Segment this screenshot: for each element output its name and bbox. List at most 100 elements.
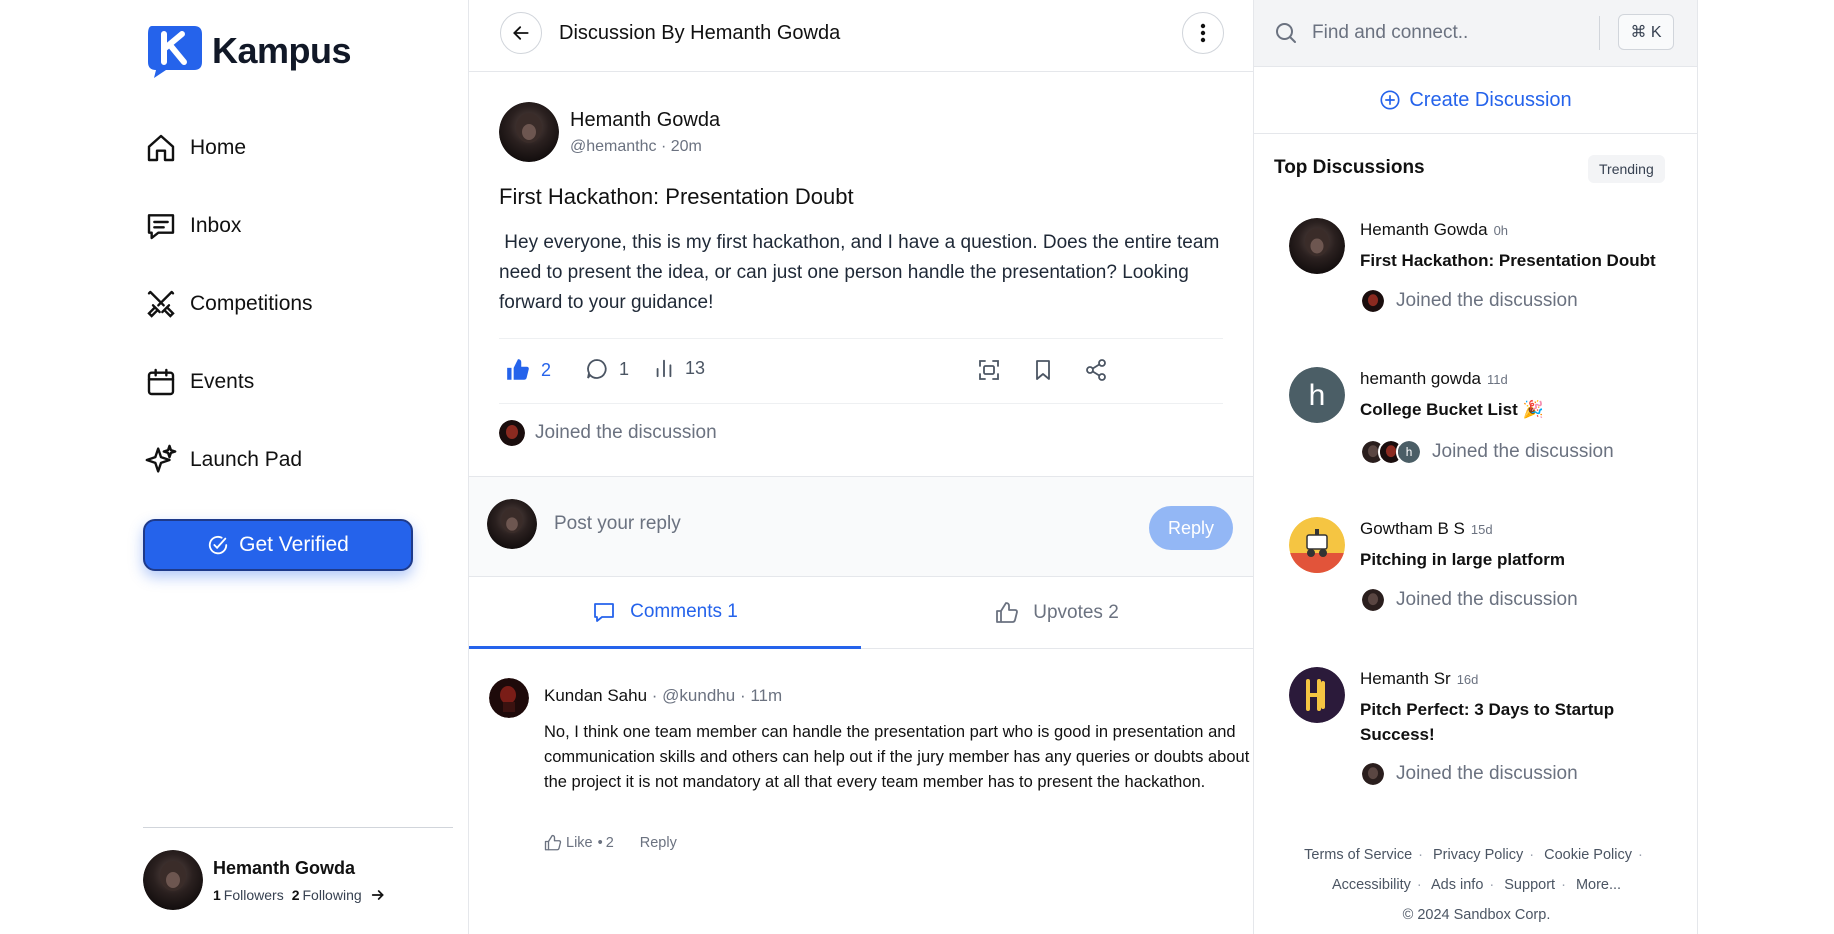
avatar-letter: h <box>1406 445 1413 459</box>
reply-input[interactable]: Post your reply <box>554 513 681 535</box>
divider <box>143 827 453 828</box>
avatar <box>499 102 559 162</box>
discussion-author: Gowtham B S <box>1360 519 1465 538</box>
nav-item-inbox[interactable]: Inbox <box>144 206 241 246</box>
avatar[interactable] <box>489 678 529 718</box>
screenshot-icon[interactable] <box>977 358 1001 387</box>
joined-discussion: Joined the discussion <box>499 404 1223 464</box>
post-author[interactable]: Hemanth Gowda @hemanthc · 20m <box>499 102 1223 162</box>
comment-like-count: 2 <box>605 835 614 851</box>
nav-item-launch-pad[interactable]: Launch Pad <box>144 440 302 480</box>
avatar <box>1360 761 1386 787</box>
inbox-icon <box>144 209 178 243</box>
bookmark-icon[interactable] <box>1031 358 1055 387</box>
comment-handle: @kundhu <box>662 686 736 705</box>
avatar <box>1289 517 1345 573</box>
avatar-letter: h <box>1309 379 1326 412</box>
reply-composer: Post your reply Reply <box>469 476 1253 577</box>
left-sidebar: Kampus Home Inbox Competitions Events La… <box>0 0 469 934</box>
search-bar: ⌘ K <box>1254 0 1697 67</box>
following-link[interactable]: Following <box>303 887 362 903</box>
get-verified-button[interactable]: Get Verified <box>143 519 413 571</box>
footer-support-link[interactable]: Support <box>1504 877 1555 893</box>
copyright: © 2024 Sandbox Corp. <box>1402 907 1551 923</box>
discussion-author: Hemanth Sr <box>1360 669 1451 688</box>
nav-label: Competitions <box>190 292 313 315</box>
discussion-post: Hemanth Gowda @hemanthc · 20m First Hack… <box>469 72 1253 464</box>
joined-text: Joined the discussion <box>1396 763 1578 784</box>
comment-reply-button[interactable]: Reply <box>640 835 677 851</box>
avatar <box>487 499 537 549</box>
post-body: Hey everyone, this is my first hackathon… <box>499 232 1225 313</box>
plus-circle-icon <box>1380 90 1400 110</box>
profile-name: Hemanth Gowda <box>213 857 356 878</box>
comment-body: No, I think one team member can handle t… <box>544 723 1250 791</box>
avatar <box>143 850 203 910</box>
following-count: 2 <box>291 886 300 903</box>
nav-item-competitions[interactable]: Competitions <box>144 284 313 324</box>
followers-link[interactable]: Followers <box>224 887 284 903</box>
discussion-title: College Bucket List 🎉 <box>1360 400 1544 419</box>
nav-label: Launch Pad <box>190 448 303 471</box>
tab-upvotes[interactable]: Upvotes 2 <box>861 577 1253 649</box>
discussion-title: First Hackathon: Presentation Doubt <box>1360 251 1656 270</box>
more-vertical-icon <box>1200 23 1206 43</box>
nav-item-home[interactable]: Home <box>144 128 246 168</box>
nav-label: Inbox <box>190 214 242 237</box>
avatar: h <box>1289 367 1345 423</box>
followers-count: 1 <box>213 886 221 903</box>
tab-comments[interactable]: Comments 1 <box>469 577 861 649</box>
comment-author[interactable]: Kundan Sahu <box>544 686 647 705</box>
author-name: Hemanth Gowda <box>570 108 721 131</box>
joined-text: Joined the discussion <box>1396 589 1578 610</box>
top-discussions-heading: Top Discussions <box>1274 157 1425 178</box>
tab-upvotes-label: Upvotes 2 <box>1033 602 1119 623</box>
thumbs-up-icon[interactable] <box>544 834 562 852</box>
discussion-main: Discussion By Hemanth Gowda Hemanth Gowd… <box>469 0 1253 934</box>
discussion-tabs: Comments 1 Upvotes 2 <box>469 577 1253 649</box>
avatar <box>499 420 525 446</box>
thumbs-up-icon <box>996 602 1019 623</box>
like-count: 2 <box>541 359 552 380</box>
post-time: 20m <box>670 137 702 155</box>
create-discussion-button[interactable]: Create Discussion <box>1254 67 1697 134</box>
avatar <box>1360 288 1386 314</box>
home-icon <box>144 131 178 165</box>
comment-like-button[interactable]: Like <box>566 835 593 851</box>
discussion-age: 11d <box>1486 372 1508 387</box>
nav-item-events[interactable]: Events <box>144 362 254 402</box>
right-sidebar: ⌘ K Create Discussion Top Discussions Tr… <box>1253 0 1698 934</box>
more-options-button[interactable] <box>1182 12 1224 54</box>
footer-cookie-link[interactable]: Cookie Policy <box>1544 847 1632 863</box>
trending-badge[interactable]: Trending <box>1588 155 1665 183</box>
avatar <box>1289 218 1345 274</box>
avatar <box>1360 587 1386 613</box>
swords-icon <box>144 287 178 321</box>
arrow-right-icon[interactable] <box>370 887 386 903</box>
keyboard-shortcut-badge: ⌘ K <box>1618 14 1674 50</box>
comment-icon <box>587 359 607 379</box>
user-profile-card[interactable]: Hemanth Gowda 1 Followers 2 Following <box>143 850 386 910</box>
footer-more-link[interactable]: More... <box>1576 877 1621 893</box>
discussion-age: 16d <box>1456 672 1479 687</box>
like-button[interactable]: 2 <box>505 357 551 383</box>
footer-ads-link[interactable]: Ads info <box>1431 877 1483 893</box>
footer-accessibility-link[interactable]: Accessibility <box>1332 877 1411 893</box>
joined-text: Joined the discussion <box>535 422 717 443</box>
kampus-logo[interactable]: Kampus <box>144 22 352 80</box>
comment-button[interactable]: 1 <box>585 357 629 381</box>
search-input[interactable] <box>1312 18 1582 48</box>
back-button[interactable] <box>500 12 542 54</box>
discussion-title: Pitching in large platform <box>1360 550 1565 569</box>
reply-button[interactable]: Reply <box>1149 506 1233 550</box>
page-title: Discussion By Hemanth Gowda <box>559 22 841 44</box>
footer-terms-link[interactable]: Terms of Service <box>1304 847 1412 863</box>
discussion-age: 0h <box>1493 223 1509 238</box>
footer-privacy-link[interactable]: Privacy Policy <box>1433 847 1523 863</box>
check-circle-icon <box>208 535 228 555</box>
views-stat: 13 <box>653 357 705 379</box>
bar-chart-icon <box>656 359 672 378</box>
share-icon[interactable] <box>1084 358 1108 387</box>
post-actions: 2 1 13 <box>499 338 1223 404</box>
thumbs-up-filled-icon <box>507 359 529 380</box>
